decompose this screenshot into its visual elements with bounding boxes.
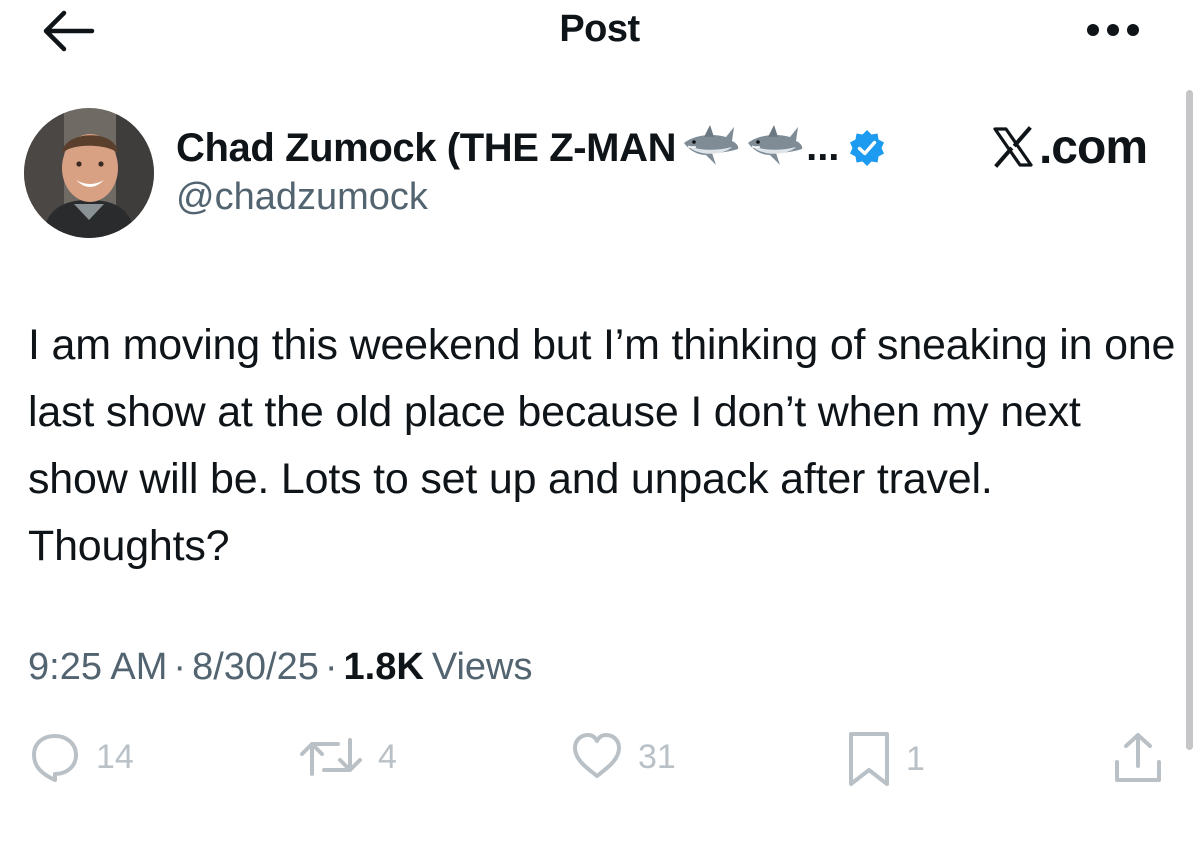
share-button[interactable] <box>1112 730 1164 786</box>
bookmark-icon <box>849 732 889 786</box>
watermark-text: .com <box>1038 120 1148 174</box>
scrollbar[interactable] <box>1186 90 1193 750</box>
author-name-row[interactable]: Chad Zumock (THE Z-MAN ... <box>176 120 887 176</box>
post-detail-page: Post Chad Zumock (THE Z-MAN ... @chadzum… <box>0 0 1199 846</box>
x-com-watermark: .com <box>991 118 1148 176</box>
bookmark-count: 1 <box>906 739 925 778</box>
reply-icon <box>32 734 78 782</box>
tweet-meta: 9:25 AM · 8/30/25 · 1.8K Views <box>28 646 533 689</box>
views-label: Views <box>431 646 533 688</box>
more-options-button[interactable] <box>1085 22 1141 38</box>
author-handle[interactable]: @chadzumock <box>176 176 428 219</box>
avatar[interactable] <box>24 108 154 238</box>
tweet-date[interactable]: 8/30/25 <box>192 646 319 688</box>
x-logo-icon <box>993 126 1033 168</box>
bookmark-button[interactable]: 1 <box>846 730 925 788</box>
like-count: 31 <box>638 737 676 776</box>
reply-count: 14 <box>96 737 134 776</box>
shark-emoji <box>748 125 803 165</box>
heart-icon <box>573 733 621 778</box>
tweet-text: I am moving this weekend but I’m thinkin… <box>28 321 1176 570</box>
verified-badge-icon <box>850 130 885 166</box>
shark-emoji <box>684 125 739 165</box>
action-bar: 14 4 31 1 <box>0 730 1199 800</box>
page-title: Post <box>559 8 640 50</box>
more-horizontal-icon <box>1087 24 1139 36</box>
reply-button[interactable]: 14 <box>28 730 134 784</box>
separator: · <box>173 646 187 688</box>
like-button[interactable]: 31 <box>570 730 676 784</box>
display-name: Chad Zumock (THE Z-MAN <box>176 125 677 170</box>
separator: · <box>324 646 338 688</box>
repost-button[interactable]: 4 <box>298 730 397 784</box>
repost-icon <box>300 738 362 776</box>
views-count[interactable]: 1.8K <box>344 646 424 688</box>
repost-count: 4 <box>378 737 397 776</box>
share-icon <box>1115 733 1161 782</box>
tweet-time[interactable]: 9:25 AM <box>28 646 167 688</box>
name-truncation: ... <box>806 124 840 169</box>
